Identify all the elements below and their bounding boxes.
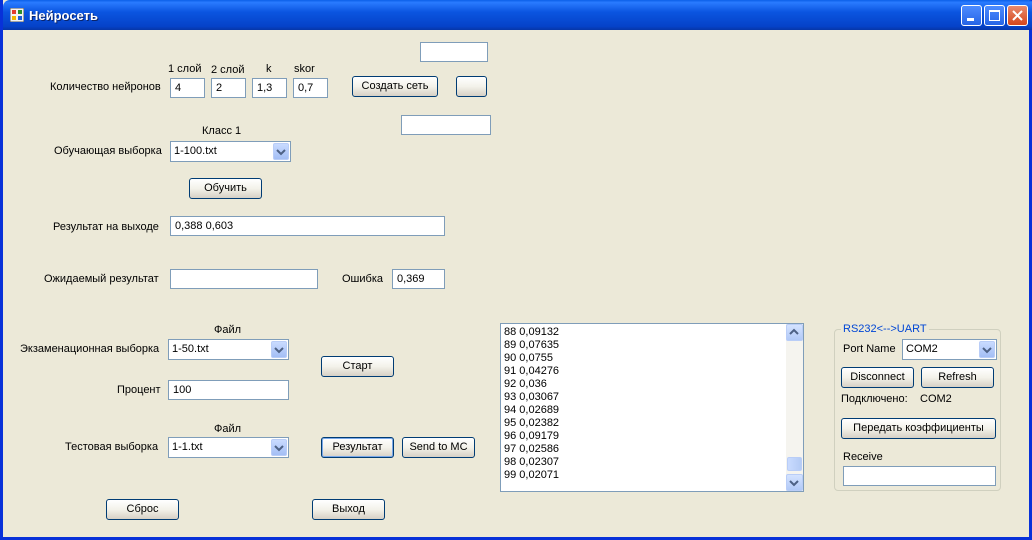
disconnect-button[interactable]: Disconnect (841, 367, 914, 388)
log-items: 88 0,09132 89 0,07635 90 0,0755 91 0,042… (504, 326, 559, 482)
chevron-down-icon[interactable] (979, 341, 995, 358)
minimize-icon (967, 18, 974, 21)
list-item[interactable]: 91 0,04276 (504, 365, 559, 378)
scroll-thumb[interactable] (787, 457, 802, 471)
create-network-button[interactable]: Создать сеть (352, 76, 438, 97)
send-to-mc-button[interactable]: Send to MC (402, 437, 475, 458)
send-coefficients-button[interactable]: Передать коэффициенты (841, 418, 996, 439)
list-item[interactable]: 98 0,02307 (504, 456, 559, 469)
refresh-button[interactable]: Refresh (921, 367, 994, 388)
list-item[interactable]: 89 0,07635 (504, 339, 559, 352)
k-header: k (266, 63, 272, 75)
train-button[interactable]: Обучить (189, 178, 262, 199)
title-bar[interactable]: Нейросеть (3, 0, 1032, 30)
start-button[interactable]: Старт (321, 356, 394, 377)
list-item[interactable]: 94 0,02689 (504, 404, 559, 417)
close-button[interactable] (1007, 5, 1028, 26)
minimize-button[interactable] (961, 5, 982, 26)
test-sample-label: Тестовая выборка (65, 441, 159, 453)
top-textbox[interactable] (420, 42, 488, 62)
list-item[interactable]: 93 0,03067 (504, 391, 559, 404)
reset-button[interactable]: Сброс (106, 499, 179, 520)
expected-input[interactable] (170, 269, 318, 289)
chevron-down-icon[interactable] (271, 439, 287, 456)
chevron-down-icon (789, 480, 799, 487)
close-icon (1012, 10, 1023, 21)
serial-group-title: RS232<-->UART (841, 323, 929, 335)
list-item[interactable]: 92 0,036 (504, 378, 559, 391)
chevron-down-icon[interactable] (273, 143, 289, 160)
skor-header: skor (294, 63, 315, 75)
scroll-up-button[interactable] (786, 324, 803, 341)
layer1-input[interactable]: 4 (170, 78, 205, 98)
training-sample-label: Обучающая выборка (54, 145, 162, 157)
test-sample-value: 1-1.txt (172, 441, 203, 453)
exam-sample-value: 1-50.txt (172, 343, 209, 355)
scroll-down-button[interactable] (786, 474, 803, 491)
list-item[interactable]: 90 0,0755 (504, 352, 559, 365)
main-window: Нейросеть 1 слой 2 слой k skor Количеств… (0, 0, 1032, 540)
connected-port-value: COM2 (920, 393, 952, 405)
expected-label: Ожидаемый результат (44, 273, 159, 285)
receive-label: Receive (843, 451, 883, 463)
result-label: Результат на выходе (53, 221, 159, 233)
app-icon (10, 8, 24, 22)
class-label: Класс 1 (202, 125, 242, 137)
neurons-label: Количество нейронов (50, 81, 161, 93)
port-select[interactable]: COM2 (902, 339, 997, 360)
exit-button[interactable]: Выход (312, 499, 385, 520)
list-item[interactable]: 97 0,02586 (504, 443, 559, 456)
port-value: COM2 (906, 343, 938, 355)
chevron-up-icon (789, 328, 799, 335)
percent-label: Процент (117, 384, 161, 396)
layer2-input[interactable]: 2 (211, 78, 246, 98)
maximize-icon (989, 10, 1000, 21)
list-item[interactable]: 88 0,09132 (504, 326, 559, 339)
list-item[interactable]: 99 0,02071 (504, 469, 559, 482)
list-item[interactable]: 96 0,09179 (504, 430, 559, 443)
maximize-button[interactable] (984, 5, 1005, 26)
exam-sample-label: Экзаменационная выборка (20, 343, 160, 355)
error-field[interactable]: 0,369 (392, 269, 445, 289)
receive-field[interactable] (843, 466, 996, 486)
result-button[interactable]: Результат (321, 437, 394, 458)
exam-sample-select[interactable]: 1-50.txt (168, 339, 289, 360)
exam-file-label: Файл (214, 324, 242, 336)
test-file-label: Файл (214, 423, 242, 435)
training-sample-select[interactable]: 1-100.txt (170, 141, 291, 162)
error-label: Ошибка (342, 273, 383, 285)
log-listbox[interactable]: 88 0,09132 89 0,07635 90 0,0755 91 0,042… (500, 323, 804, 492)
skor-input[interactable]: 0,7 (293, 78, 328, 98)
training-sample-value: 1-100.txt (174, 145, 217, 157)
percent-input[interactable]: 100 (168, 380, 289, 400)
port-name-label: Port Name (843, 343, 896, 355)
result-output-field[interactable]: 0,388 0,603 (170, 216, 445, 236)
list-item[interactable]: 95 0,02382 (504, 417, 559, 430)
connected-label: Подключено: (841, 393, 908, 405)
mid-textbox[interactable] (401, 115, 491, 135)
k-input[interactable]: 1,3 (252, 78, 287, 98)
layer1-header: 1 слой (168, 63, 202, 75)
chevron-down-icon[interactable] (271, 341, 287, 358)
blank-button[interactable] (456, 76, 487, 97)
log-scrollbar[interactable] (786, 324, 803, 491)
window-title: Нейросеть (29, 8, 98, 23)
test-sample-select[interactable]: 1-1.txt (168, 437, 289, 458)
layer2-header: 2 слой (211, 64, 245, 76)
